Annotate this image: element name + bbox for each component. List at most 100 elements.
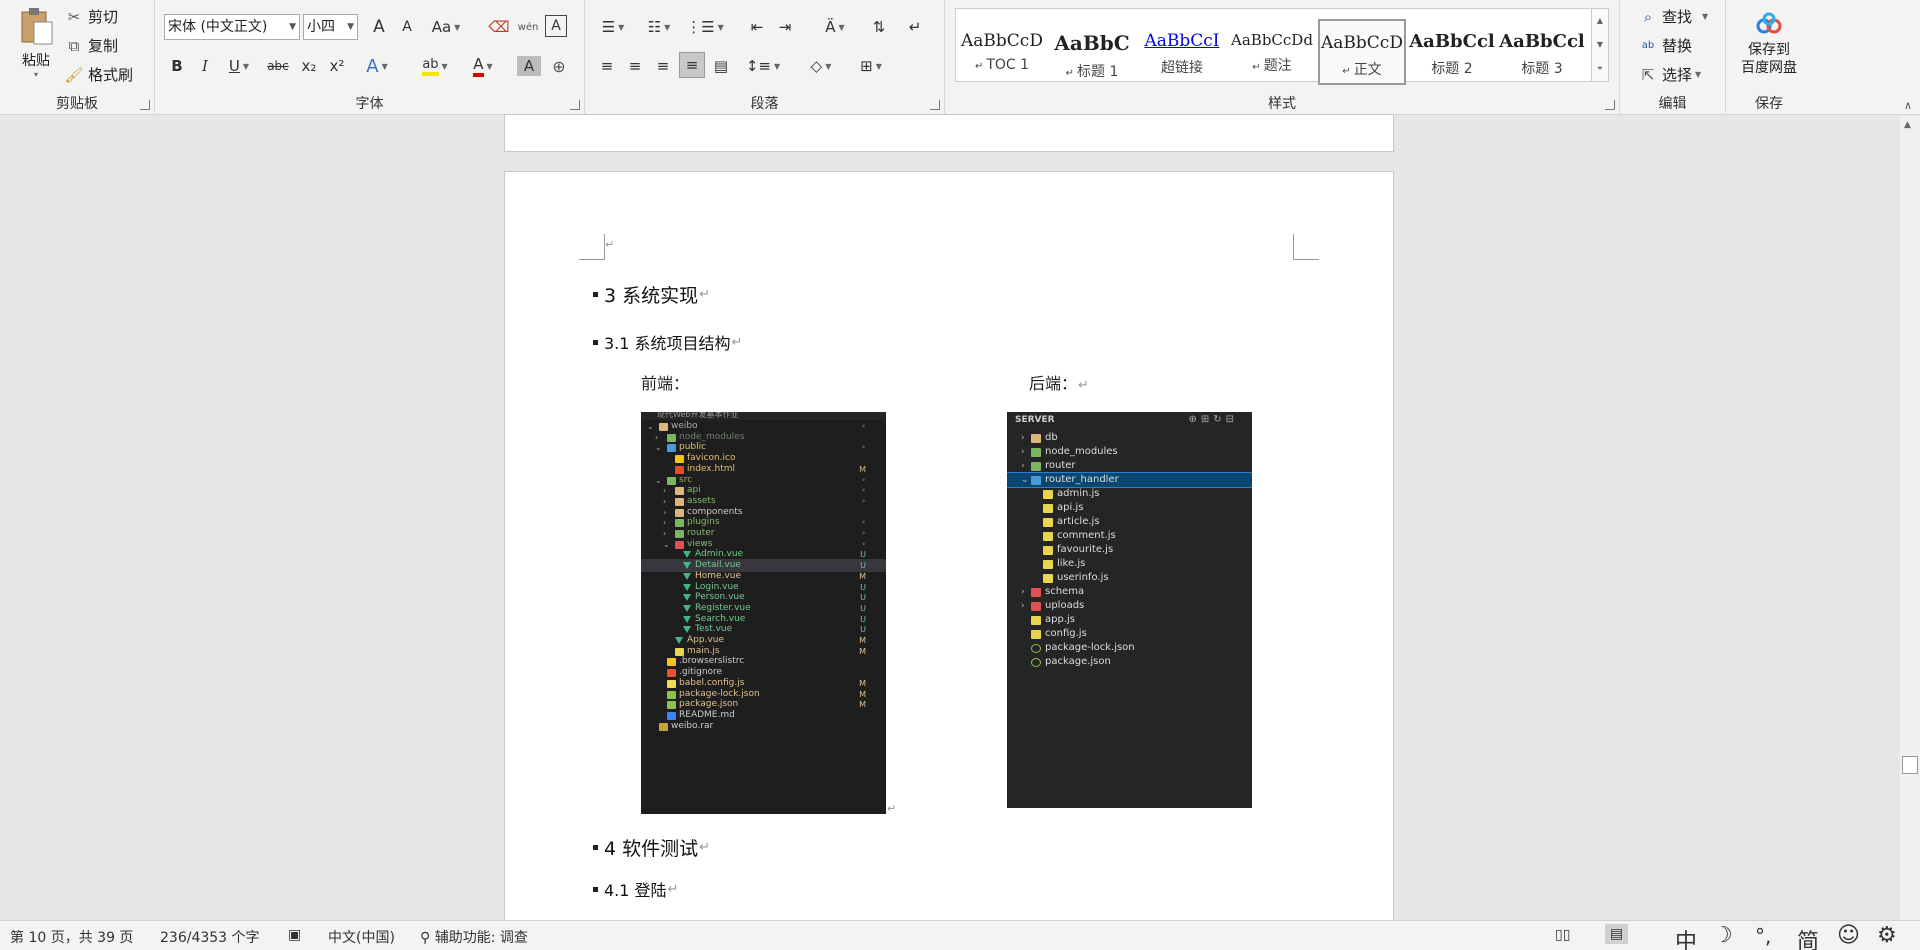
- phonetic-guide-button[interactable]: wén: [516, 15, 540, 39]
- decrease-indent-button[interactable]: ⇤: [745, 15, 769, 39]
- subscript-button[interactable]: x₂: [297, 54, 321, 78]
- distribute-button[interactable]: ▤: [709, 54, 733, 78]
- page-count[interactable]: 第 10 页，共 39 页: [10, 927, 133, 947]
- find-button[interactable]: ⌕ 查找 ▼: [1638, 6, 1708, 27]
- ime-punctuation[interactable]: °,: [1755, 924, 1771, 948]
- document-page[interactable]: ↵ 3 系统实现 ↵ 3.1 系统项目结构 ↵ 前端： 后端：↵ 现代Web开发基本…: [504, 171, 1394, 950]
- style-item[interactable]: AaBbCcD ↵ TOC 1: [958, 19, 1046, 85]
- grow-font-button[interactable]: A: [367, 15, 391, 39]
- chevron-down-icon: ▼: [1695, 70, 1702, 79]
- font-color-button[interactable]: A ▼: [465, 54, 501, 78]
- multilevel-list-button[interactable]: ⋮☰ ▼: [686, 15, 724, 39]
- style-preview: AaBbCcDd: [1231, 31, 1313, 49]
- char-shading-button[interactable]: A: [517, 56, 541, 76]
- select-button[interactable]: ⇱ 选择 ▼: [1638, 64, 1701, 85]
- highlight-button[interactable]: ab ▼: [417, 54, 453, 78]
- style-item[interactable]: AaBbCcI 超链接: [1138, 19, 1226, 85]
- chinese-layout-button[interactable]: Ä ▼: [817, 15, 853, 39]
- replace-label: 替换: [1662, 37, 1693, 55]
- word-count[interactable]: 236/4353 个字: [160, 927, 260, 947]
- language-indicator[interactable]: 中文(中国): [328, 927, 395, 947]
- bullet: [593, 339, 598, 345]
- chevron-down-icon: ▼: [717, 22, 724, 32]
- read-mode-icon[interactable]: ▯▯: [1555, 927, 1570, 943]
- char-border-button[interactable]: A: [545, 15, 567, 37]
- style-item[interactable]: AaBbCcl 标题 2: [1408, 19, 1496, 85]
- scroll-up-arrow[interactable]: ▲: [1904, 120, 1911, 130]
- style-name: 超链接: [1138, 57, 1226, 77]
- change-case-button[interactable]: Aa ▼: [428, 15, 464, 39]
- clipboard-launcher[interactable]: [140, 100, 150, 110]
- ime-simplified[interactable]: 简: [1797, 924, 1819, 950]
- style-item[interactable]: AaBbCcD ↵ 正文: [1318, 19, 1406, 85]
- paste-button[interactable]: 粘贴 ▾: [14, 6, 58, 84]
- text-effects-button[interactable]: A ▼: [359, 54, 395, 78]
- tree-item: › uploads: [1007, 599, 1252, 613]
- collapse-ribbon-button[interactable]: ∧: [1904, 99, 1912, 112]
- font-name-combo[interactable]: 宋体 (中文正文) ▼: [164, 14, 300, 40]
- ime-settings-gear-icon[interactable]: ⚙: [1877, 923, 1897, 948]
- cut-button[interactable]: ✂ 剪切: [64, 6, 118, 27]
- style-item[interactable]: AaBbCcDd ↵ 题注: [1228, 19, 1316, 85]
- vertical-scrollbar[interactable]: ▲: [1900, 116, 1920, 920]
- editing-label: 编辑: [1658, 96, 1687, 112]
- tree-item: comment.js: [1007, 529, 1252, 543]
- paragraph-launcher[interactable]: [930, 100, 940, 110]
- outdent-icon: ⇤: [750, 18, 764, 36]
- bullets-button[interactable]: ☰ ▼: [595, 15, 631, 39]
- scroll-thumb[interactable]: [1902, 756, 1918, 774]
- show-marks-button[interactable]: ↵: [903, 15, 927, 39]
- sort-button[interactable]: ⇅: [867, 15, 891, 39]
- tree-item-name: router: [1045, 460, 1076, 471]
- enclose-char-button[interactable]: ⊕: [547, 54, 571, 78]
- strikethrough-button[interactable]: abc: [263, 54, 293, 78]
- justify-button[interactable]: ≡: [679, 52, 705, 78]
- superscript-button[interactable]: x²: [325, 54, 349, 78]
- file-js-icon: [1031, 616, 1041, 625]
- borders-button[interactable]: ⊞ ▼: [853, 54, 889, 78]
- shrink-font-button[interactable]: A: [395, 15, 419, 39]
- shading-button[interactable]: ◇ ▼: [803, 54, 839, 78]
- save-to-baidu-button[interactable]: 保存到 百度网盘: [1730, 12, 1808, 77]
- align-right-button[interactable]: ≡: [651, 54, 675, 78]
- align-center-button[interactable]: ≡: [623, 54, 647, 78]
- proofing-icon[interactable]: ▣: [288, 927, 301, 943]
- style-name-text: 标题 2: [1431, 61, 1473, 77]
- paragraph-group: ☰ ▼ ☷ ▼ ⋮☰ ▼ ⇤ ⇥ Ä ▼ ⇅ ↵ ≡ ≡ ≡ ≡ ▤ ↕≡ ▼ ◇ ▼ ⊞ ▼…: [585, 0, 945, 115]
- increase-indent-button[interactable]: ⇥: [773, 15, 797, 39]
- ime-chinese-mode[interactable]: 中: [1675, 924, 1697, 950]
- align-left-button[interactable]: ≡: [595, 54, 619, 78]
- ime-moon-icon[interactable]: ☽: [1713, 923, 1733, 948]
- ime-emoji-icon[interactable]: ☺: [1837, 923, 1860, 948]
- font-size-combo[interactable]: 小四 ▼: [303, 14, 358, 40]
- replace-button[interactable]: ab 替换: [1638, 35, 1692, 56]
- highlight-label: ab: [422, 57, 439, 76]
- bold-button[interactable]: B: [165, 54, 189, 78]
- line-spacing-button[interactable]: ↕≡ ▼: [745, 54, 781, 78]
- underline-button[interactable]: U ▼: [221, 54, 257, 78]
- file-js-icon: [1043, 574, 1053, 583]
- file-js-icon: [1031, 630, 1041, 639]
- select-icon: ⇱: [1641, 65, 1655, 84]
- copy-button[interactable]: ⧉ 复制: [64, 35, 118, 56]
- styles-launcher[interactable]: [1605, 100, 1615, 110]
- paragraph-mark: ↵: [1065, 68, 1075, 79]
- print-layout-icon[interactable]: ▤: [1605, 924, 1629, 944]
- font-group: 宋体 (中文正文) ▼ 小四 ▼ A A Aa ▼ ⌫ wén A B I U ▼ ab…: [155, 0, 585, 115]
- style-name: 标题 3: [1498, 58, 1586, 78]
- clear-format-button[interactable]: ⌫: [487, 15, 511, 39]
- style-item[interactable]: AaBbCcl 标题 3: [1498, 19, 1586, 85]
- folder-icon: [1031, 602, 1041, 611]
- tree-item-name: schema: [1045, 586, 1085, 597]
- font-launcher[interactable]: [570, 100, 580, 110]
- numbering-button[interactable]: ☷ ▼: [641, 15, 677, 39]
- multilevel-list-icon: ⋮☰: [686, 18, 715, 36]
- gallery-scroll[interactable]: ▲ ▼ ⏷: [1591, 8, 1609, 82]
- file-js-icon: [1043, 504, 1053, 513]
- folder-icon: [1031, 448, 1041, 457]
- format-painter-button[interactable]: 🖌 格式刷: [64, 64, 133, 85]
- italic-button[interactable]: I: [193, 54, 217, 78]
- style-item[interactable]: AaBbC ↵ 标题 1: [1048, 19, 1136, 85]
- accessibility-status[interactable]: ⚲ 辅助功能: 调查: [420, 927, 528, 947]
- paragraph-mark: ↵: [1252, 62, 1261, 73]
